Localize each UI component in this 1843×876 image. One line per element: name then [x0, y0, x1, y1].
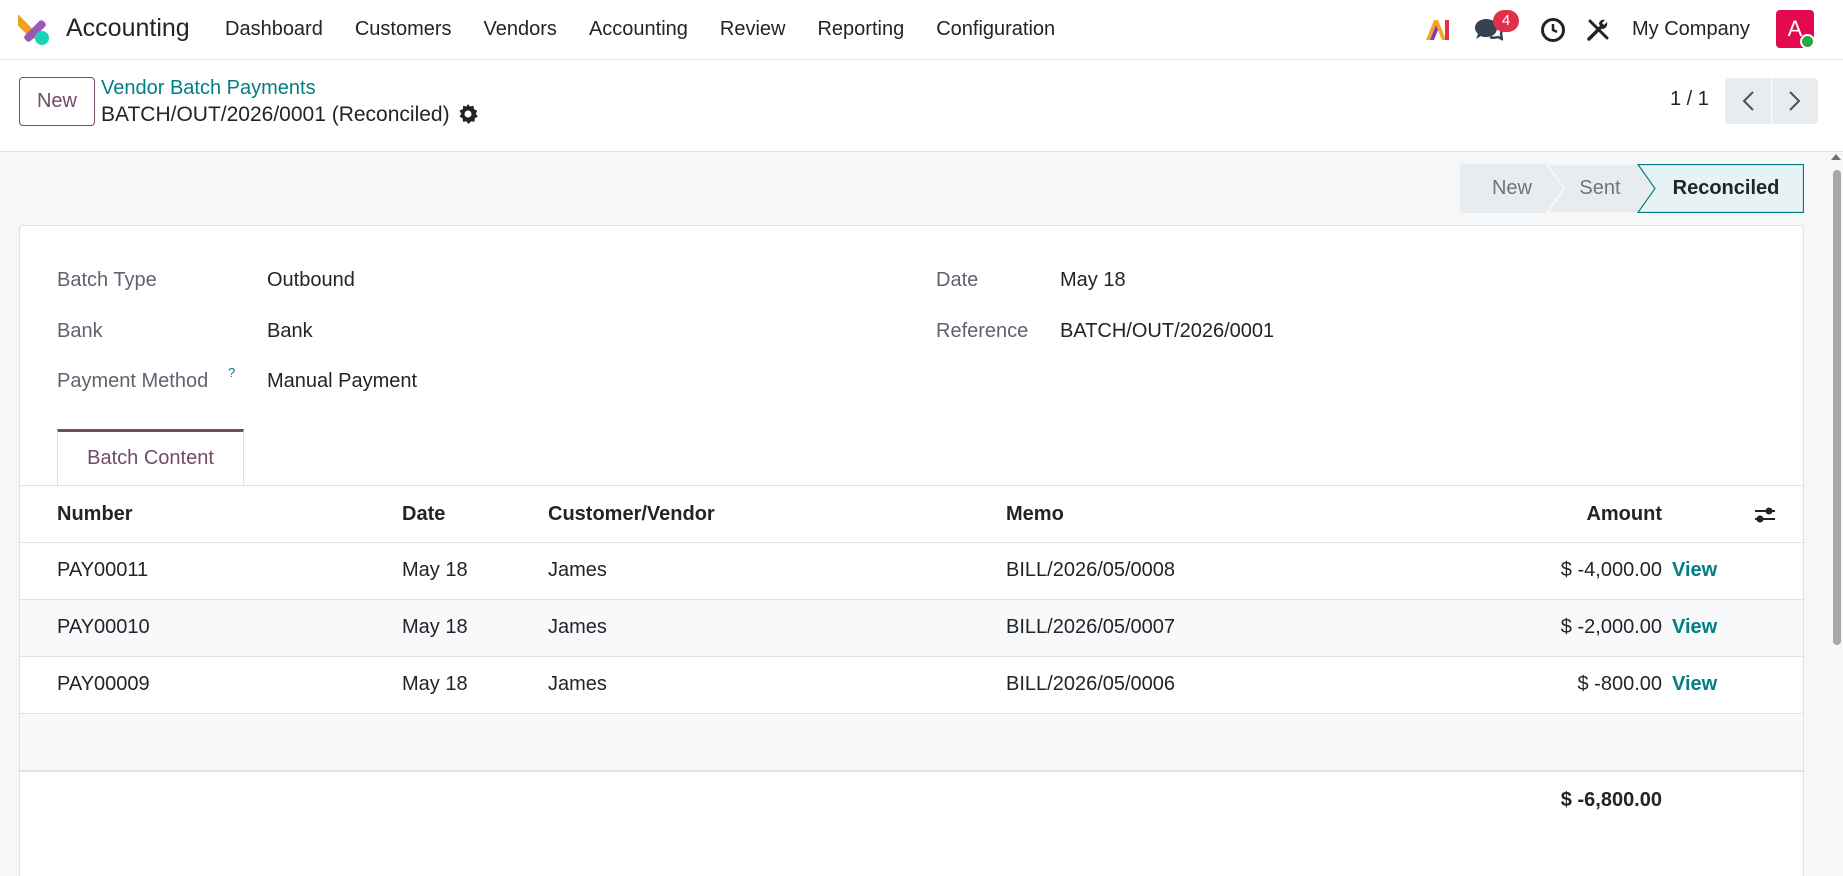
chevron-left-icon — [1742, 91, 1754, 111]
payment-method-label: Payment Method — [57, 370, 209, 392]
cell-partner: James — [548, 559, 607, 581]
menu-accounting[interactable]: Accounting — [589, 18, 688, 41]
online-status-dot — [1800, 34, 1815, 49]
menu-review[interactable]: Review — [720, 18, 786, 41]
date-value[interactable]: May 18 — [1060, 269, 1126, 292]
column-number[interactable]: Number — [57, 503, 133, 526]
optional-columns-icon[interactable] — [1753, 504, 1777, 526]
batch-type-label: Batch Type — [57, 269, 157, 291]
cell-date: May 18 — [402, 559, 468, 581]
status-bar: New Sent Reconciled — [1460, 164, 1804, 213]
pager-previous-button[interactable] — [1725, 78, 1771, 124]
record-title: BATCH/OUT/2026/0001 (Reconciled) — [101, 103, 450, 126]
pager-next-button[interactable] — [1772, 78, 1818, 124]
cell-partner: James — [548, 673, 607, 695]
cell-date: May 18 — [402, 673, 468, 695]
cell-number: PAY00011 — [57, 559, 149, 581]
table-header: Number Date Customer/Vendor Memo Amount — [20, 486, 1803, 543]
cell-amount: $ -800.00 — [1577, 673, 1662, 695]
cell-memo: BILL/2026/05/0006 — [1006, 673, 1176, 695]
gear-icon[interactable] — [457, 103, 479, 125]
help-tooltip-icon[interactable]: ? — [228, 365, 235, 380]
menu-configuration[interactable]: Configuration — [936, 18, 1055, 41]
clock-icon[interactable] — [1540, 17, 1566, 43]
menu-dashboard[interactable]: Dashboard — [225, 18, 323, 41]
cell-number: PAY00010 — [57, 616, 150, 638]
cell-date: May 18 — [402, 616, 468, 638]
bank-label: Bank — [57, 320, 103, 342]
cell-amount: $ -4,000.00 — [1560, 559, 1662, 581]
chat-count-badge: 4 — [1493, 10, 1519, 32]
cell-partner: James — [548, 616, 607, 638]
top-navbar: Accounting Dashboard Customers Vendors A… — [0, 0, 1843, 60]
column-customer-vendor[interactable]: Customer/Vendor — [548, 503, 715, 526]
chevron-right-icon — [1789, 91, 1801, 111]
reference-label: Reference — [936, 320, 1029, 342]
control-panel: New Vendor Batch Payments BATCH/OUT/2026… — [0, 60, 1843, 152]
table-row[interactable]: PAY00011 May 18 James BILL/2026/05/0008 … — [20, 543, 1803, 600]
cell-memo: BILL/2026/05/0007 — [1006, 616, 1176, 638]
empty-row — [20, 714, 1803, 772]
date-label: Date — [936, 269, 979, 291]
cell-amount: $ -2,000.00 — [1560, 616, 1662, 638]
scrollbar-thumb[interactable] — [1833, 170, 1841, 645]
tools-icon[interactable] — [1585, 17, 1611, 43]
table-row[interactable]: PAY00009 May 18 James BILL/2026/05/0006 … — [20, 657, 1803, 714]
reference-value[interactable]: BATCH/OUT/2026/0001 — [1060, 320, 1274, 343]
total-amount: $ -6,800.00 — [1560, 789, 1662, 811]
company-switcher[interactable]: My Company — [1632, 18, 1750, 41]
breadcrumb[interactable]: Vendor Batch Payments — [101, 77, 316, 100]
view-button[interactable]: View — [1672, 559, 1717, 582]
stage-new[interactable]: New — [1472, 164, 1552, 213]
column-amount[interactable]: Amount — [1540, 503, 1662, 526]
app-name[interactable]: Accounting — [66, 14, 190, 43]
pager-value[interactable]: 1 / 1 — [1670, 88, 1709, 111]
stage-reconciled[interactable]: Reconciled — [1656, 164, 1796, 213]
tab-batch-content[interactable]: Batch Content — [57, 429, 244, 486]
ai-icon[interactable] — [1423, 16, 1451, 44]
cell-number: PAY00009 — [57, 673, 150, 695]
view-button[interactable]: View — [1672, 616, 1717, 639]
column-date[interactable]: Date — [402, 503, 445, 526]
menu-customers[interactable]: Customers — [355, 18, 452, 41]
batch-type-value[interactable]: Outbound — [267, 269, 355, 292]
stage-sent[interactable]: Sent — [1560, 164, 1640, 213]
payment-method-value[interactable]: Manual Payment — [267, 370, 417, 393]
column-memo[interactable]: Memo — [1006, 503, 1064, 526]
accounting-logo-icon[interactable] — [18, 14, 50, 46]
view-button[interactable]: View — [1672, 673, 1717, 696]
form-sheet: Batch Type Outbound Bank Bank Payment Me… — [19, 225, 1804, 876]
main-menu: Dashboard Customers Vendors Accounting R… — [225, 18, 1087, 41]
scroll-up-arrow-icon[interactable] — [1831, 154, 1841, 160]
cell-memo: BILL/2026/05/0008 — [1006, 559, 1176, 581]
form-view: New Sent Reconciled Batch Type Outbound … — [0, 152, 1843, 876]
new-button[interactable]: New — [19, 77, 95, 126]
menu-vendors[interactable]: Vendors — [484, 18, 557, 41]
menu-reporting[interactable]: Reporting — [817, 18, 904, 41]
table-row[interactable]: PAY00010 May 18 James BILL/2026/05/0007 … — [20, 600, 1803, 657]
bank-value[interactable]: Bank — [267, 320, 313, 343]
